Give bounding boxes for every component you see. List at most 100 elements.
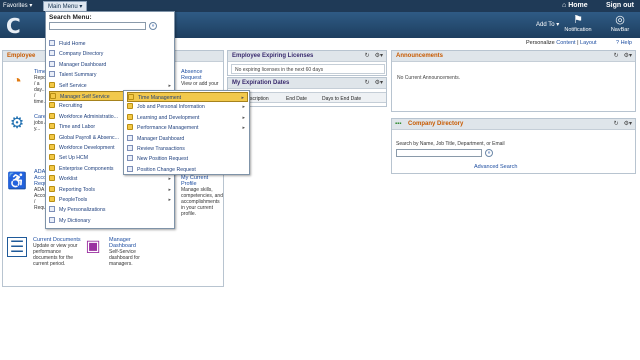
pagelet-controls: ↻ ⚙▾	[360, 79, 383, 86]
sign-out-link[interactable]: Sign out	[606, 2, 634, 9]
tile-manager-dashboard[interactable]: ▣ Manager Dashboard Self-Service dashboa…	[83, 237, 158, 267]
announcements-pagelet: Announcements ↻ ⚙▾ No Current Announcemen…	[391, 50, 636, 112]
pagelet-title: Employee	[7, 53, 36, 59]
main-menu-item-label: My Personalizations	[59, 207, 106, 214]
refresh-icon[interactable]: ↻	[365, 80, 370, 86]
settings-icon[interactable]: ⚙▾	[375, 53, 383, 59]
company-directory-pagelet: Company Directory ▪▪▪ ↻ ⚙▾ Search by Name…	[391, 118, 636, 174]
tile-current-documents[interactable]: ☰ Current Documents Update or view your …	[7, 237, 82, 267]
tile-ada-request[interactable]: ♿ ADA Acco... Requ... ADA / Accom... / R…	[7, 169, 53, 211]
document-icon	[49, 40, 55, 46]
document-icon	[127, 165, 133, 172]
personalize-content-link[interactable]: Content	[556, 40, 575, 46]
column-header: scription	[250, 96, 269, 102]
folder-icon	[127, 124, 133, 131]
refresh-icon[interactable]: ↻	[614, 121, 619, 127]
directory-search-button[interactable]: »	[485, 149, 493, 157]
compass-icon: ◎	[615, 14, 625, 26]
tile-time[interactable]: ◔ Time Repo... / a day... / time...	[7, 69, 50, 105]
announcements-message: No Current Announcements.	[397, 75, 461, 81]
column-header: Days to End Date	[322, 96, 362, 102]
pagelet-controls: ↻ ⚙▾	[609, 120, 632, 127]
folder-icon	[127, 103, 133, 110]
personalize-label: Personalize	[526, 40, 555, 46]
submenu-item-label: Performance Management	[137, 125, 199, 132]
submenu-item-job-and-personal-information[interactable]: Job and Personal Information ▸	[127, 102, 248, 112]
pagelet-header: Company Directory ▪▪▪ ↻ ⚙▾	[392, 119, 635, 130]
main-menu-item-worklist[interactable]: Worklist ▸	[49, 174, 174, 184]
tile-description: Self-Service dashboard for managers.	[109, 249, 140, 267]
main-menu-item-label: PeopleTools	[59, 197, 88, 203]
document-icon	[49, 60, 55, 67]
main-menu-item-company-directory[interactable]: Company Directory	[49, 49, 174, 59]
folder-icon	[49, 154, 55, 161]
document-icon	[49, 71, 55, 78]
folder-icon	[49, 175, 55, 182]
main-menu-item-manager-dashboard[interactable]: Manager Dashboard	[49, 60, 174, 70]
submenu-item-position-change-request[interactable]: Position Change Request	[127, 165, 248, 175]
main-menu-item-label: Recruiting	[59, 103, 83, 110]
submenu-item-time-management[interactable]: Time Management ▸	[127, 92, 248, 102]
document-icon	[127, 155, 133, 162]
folder-icon	[127, 113, 133, 120]
tile-description: View or add your	[181, 81, 219, 87]
settings-icon[interactable]: ⚙▾	[624, 53, 632, 59]
main-menu-item-fluid-home[interactable]: Fluid Home	[49, 39, 174, 49]
submenu-item-learning-and-development[interactable]: Learning and Development ▸	[127, 113, 248, 123]
main-menu-item-label: Fluid Home	[59, 41, 86, 47]
submenu-item-label: Manager Dashboard	[137, 135, 185, 142]
submenu-item-performance-management[interactable]: Performance Management ▸	[127, 123, 248, 133]
main-menu-item-peopletools[interactable]: PeopleTools ▸	[49, 195, 174, 205]
directory-search-input[interactable]	[396, 149, 482, 157]
main-menu-tab[interactable]: Main Menu ▾	[43, 1, 88, 11]
main-menu-item-label: Self Service	[59, 82, 87, 89]
menu-search-button[interactable]: »	[149, 22, 157, 30]
column-header: End Date	[286, 96, 307, 102]
home-link[interactable]: ⌂ Home	[562, 2, 588, 9]
document-icon	[127, 134, 133, 141]
refresh-icon[interactable]: ↻	[614, 53, 619, 59]
pagelet-title: Announcements	[396, 53, 444, 59]
main-menu-item-label: Manager Self Service	[60, 94, 110, 100]
tile-careers[interactable]: ⚙ Care... jobs / y...	[7, 114, 51, 132]
main-menu-item-my-personalizations[interactable]: My Personalizations	[49, 205, 174, 215]
pagelet-title: Employee Expiring Licenses	[232, 53, 314, 59]
directory-search-label: Search by Name, Job Title, Department, o…	[396, 141, 505, 147]
chevron-right-icon: ▸	[242, 104, 245, 111]
tile-title: My Current Profile	[181, 175, 209, 187]
folder-icon	[49, 81, 55, 88]
add-to-menu[interactable]: Add To ▾	[536, 21, 559, 28]
favorites-menu[interactable]: Favorites ▾	[3, 2, 32, 9]
advanced-search-link[interactable]: Advanced Search	[474, 164, 517, 170]
main-menu-item-label: Company Directory	[59, 51, 104, 58]
settings-icon[interactable]: ⚙▾	[624, 121, 632, 127]
pagelet-header: My Expiration Dates ↻ ⚙▾	[228, 78, 386, 89]
wheelchair-icon: ♿	[7, 173, 27, 190]
home-label: Home	[568, 2, 588, 9]
navbar-button[interactable]: ◎ NavBar	[602, 14, 638, 33]
submenu-item-manager-dashboard[interactable]: Manager Dashboard	[127, 134, 248, 144]
main-menu-item-label: Reporting Tools	[59, 186, 95, 193]
main-menu-item-talent-summary[interactable]: Talent Summary	[49, 70, 174, 80]
folder-icon	[128, 94, 134, 100]
document-icon	[49, 206, 55, 213]
notification-button[interactable]: ⚑ Notification	[560, 14, 596, 33]
personalize-layout-link[interactable]: Layout	[580, 40, 597, 46]
chevron-right-icon: ▸	[242, 125, 245, 132]
pagelet-controls: ↻ ⚙▾	[360, 52, 383, 59]
main-menu-item-label: Global Payroll & Absenc...	[59, 134, 119, 141]
main-menu-item-reporting-tools[interactable]: Reporting Tools ▸	[49, 185, 174, 195]
main-menu-item-label: My Dictionary	[59, 217, 91, 224]
main-menu-item-label: Manager Dashboard	[59, 61, 107, 68]
submenu-item-new-position-request[interactable]: New Position Request	[127, 154, 248, 164]
submenu-item-review-transactions[interactable]: Review Transactions	[127, 144, 248, 154]
pagelet-title: Company Directory	[408, 121, 464, 127]
personalize-links: Personalize Content | Layout	[526, 40, 597, 46]
settings-icon[interactable]: ⚙▾	[375, 80, 383, 86]
main-menu-item-my-dictionary[interactable]: My Dictionary	[49, 216, 174, 226]
menu-search-input[interactable]	[49, 22, 146, 30]
help-link[interactable]: ? Help	[616, 40, 632, 46]
folder-icon	[49, 185, 55, 192]
tile-my-current-profile[interactable]: My Current Profile Manage skills, compet…	[181, 175, 223, 217]
refresh-icon[interactable]: ↻	[365, 53, 370, 59]
